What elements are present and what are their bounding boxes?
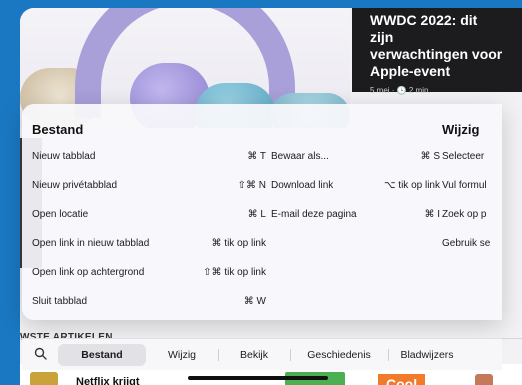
menu-item-find-on-page[interactable]: Zoek op p	[442, 205, 502, 225]
menu-item-label: Open link op achtergrond	[32, 267, 145, 278]
shortcut-label: ⌘ L	[247, 209, 266, 220]
menu-item-label: Zoek op p	[442, 209, 487, 220]
tab-wijzig[interactable]: Wijzig	[146, 344, 218, 366]
menu-item-label: Bewaar als...	[271, 151, 329, 162]
search-icon-glyph	[34, 347, 47, 360]
menu-item-label: Selecteer	[442, 151, 485, 162]
shortcut-label: ⌘ I	[424, 209, 440, 220]
shortcut-label: ⇧⌘ tik op link	[203, 267, 266, 278]
search-icon[interactable]	[22, 347, 58, 363]
menu-item-label: E-mail deze pagina	[271, 209, 357, 220]
menu-item-save-as[interactable]: Bewaar als... ⌘ S	[271, 147, 456, 167]
menu-item-label: Gebruik se	[442, 238, 491, 249]
menu-item-label: Nieuw tabblad	[32, 151, 96, 162]
menu-item-download-link[interactable]: Download link ⌥ tik op link	[271, 176, 456, 196]
menu-item-open-link-background[interactable]: Open link op achtergrond ⇧⌘ tik op link	[32, 263, 266, 283]
shortcut-label: ⌘ W	[243, 296, 266, 307]
shortcut-label: ⌘ T	[247, 151, 266, 162]
menu-item-close-tab[interactable]: Sluit tabblad ⌘ W	[32, 292, 266, 312]
tab-bekijk[interactable]: Bekijk	[218, 344, 290, 366]
article-headline[interactable]: Netflix krijgt	[76, 376, 140, 385]
featured-article-meta: 5 mei · 🕒 2 min.	[370, 86, 431, 95]
menu-item-select[interactable]: Selecteer	[442, 147, 502, 167]
menu-item-label: Sluit tabblad	[32, 296, 88, 307]
shortcut-label: ⇧⌘ N	[237, 180, 266, 191]
avatar	[475, 374, 493, 385]
home-indicator[interactable]	[188, 376, 328, 380]
tab-bestand[interactable]: Bestand	[58, 343, 146, 366]
menu-item-label: Vul formul	[442, 180, 487, 191]
menu-item-open-location[interactable]: Open locatie ⌘ L	[32, 205, 266, 225]
menu-heading: Bestand	[32, 122, 84, 137]
menu-item-label: Open locatie	[32, 209, 89, 220]
featured-article-title[interactable]: WWDC 2022: dit zijn verwachtingen voor A…	[370, 12, 504, 80]
menu-item-new-private-tab[interactable]: Nieuw privétabblad ⇧⌘ N	[32, 176, 266, 196]
featured-article-card[interactable]: WWDC 2022: dit zijn verwachtingen voor A…	[352, 8, 522, 95]
menu-item-label: Download link	[271, 180, 334, 191]
menu-item-label: Nieuw privétabblad	[32, 180, 118, 191]
menu-item-label: Open link in nieuw tabblad	[32, 238, 150, 249]
menu-item-autofill[interactable]: Vul formul	[442, 176, 502, 196]
shortcut-label: ⌘ tik op link	[211, 238, 266, 249]
tab-bladwijzers[interactable]: Bladwijzers	[388, 344, 466, 366]
menu-item-new-tab[interactable]: Nieuw tabblad ⌘ T	[32, 147, 266, 167]
menu-item-email-page[interactable]: E-mail deze pagina ⌘ I	[271, 205, 456, 225]
article-tag: Cool	[378, 374, 426, 385]
keyboard-shortcuts-menu: Bestand Nieuw tabblad ⌘ T Nieuw privétab…	[22, 104, 502, 320]
menu-bar: Bestand Wijzig Bekijk Geschiedenis Bladw…	[22, 338, 502, 370]
shortcut-label: ⌘ S	[420, 151, 440, 162]
menu-item-open-link-new-tab[interactable]: Open link in nieuw tabblad ⌘ tik op link	[32, 234, 266, 254]
article-thumbnail	[30, 372, 58, 385]
menu-item-use-selection[interactable]: Gebruik se	[442, 234, 502, 254]
menu-heading: Wijzig	[442, 122, 480, 137]
shortcut-label: ⌥ tik op link	[384, 180, 440, 191]
tab-geschiedenis[interactable]: Geschiedenis	[290, 344, 388, 366]
